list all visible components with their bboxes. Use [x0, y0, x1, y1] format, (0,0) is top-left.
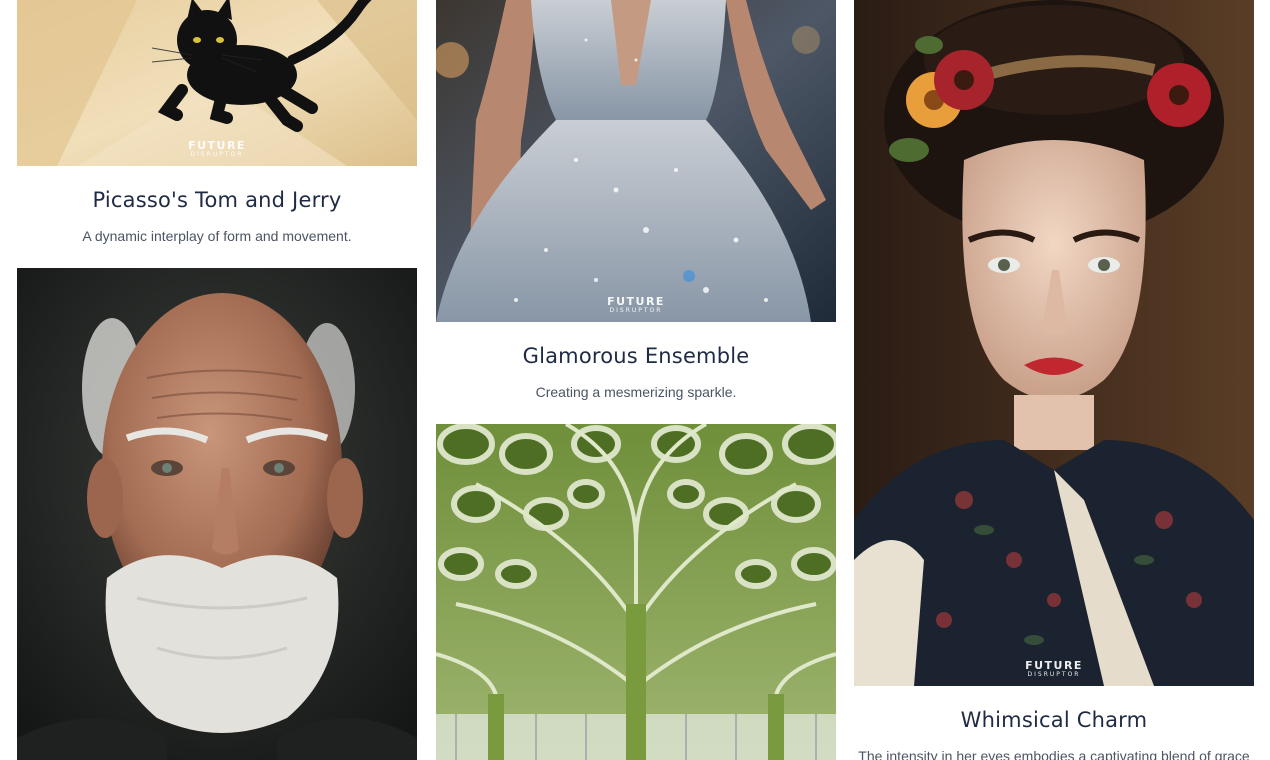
watermark-logo: FUTURE DISRUPTOR [1025, 659, 1083, 678]
card-caption: Glamorous Ensemble Creating a mesmerizin… [436, 344, 836, 400]
watermark-logo: FUTURE DISRUPTOR [607, 295, 665, 314]
woman-portrait-image[interactable]: FUTURE DISRUPTOR [854, 0, 1254, 686]
card-description: The intensity in her eyes embodies a cap… [858, 748, 1250, 760]
card-title: Glamorous Ensemble [522, 344, 750, 368]
card-description: Creating a mesmerizing sparkle. [535, 384, 737, 400]
picasso-cat-image[interactable]: FUTURE DISRUPTOR [17, 0, 417, 166]
sparkling-dress-image[interactable]: FUTURE DISRUPTOR [436, 0, 836, 322]
tree-architecture-image[interactable] [436, 424, 836, 760]
card-title: Picasso's Tom and Jerry [92, 188, 342, 212]
card-caption: Picasso's Tom and Jerry A dynamic interp… [17, 188, 417, 244]
old-man-portrait-image[interactable] [17, 268, 417, 760]
gallery-grid: FUTURE DISRUPTOR Picasso's Tom and Jerry… [0, 0, 1270, 760]
card-caption: Whimsical Charm The intensity in her eye… [854, 708, 1254, 760]
card-title: Whimsical Charm [960, 708, 1148, 732]
watermark-logo: FUTURE DISRUPTOR [188, 139, 246, 158]
card-description: A dynamic interplay of form and movement… [82, 228, 352, 244]
